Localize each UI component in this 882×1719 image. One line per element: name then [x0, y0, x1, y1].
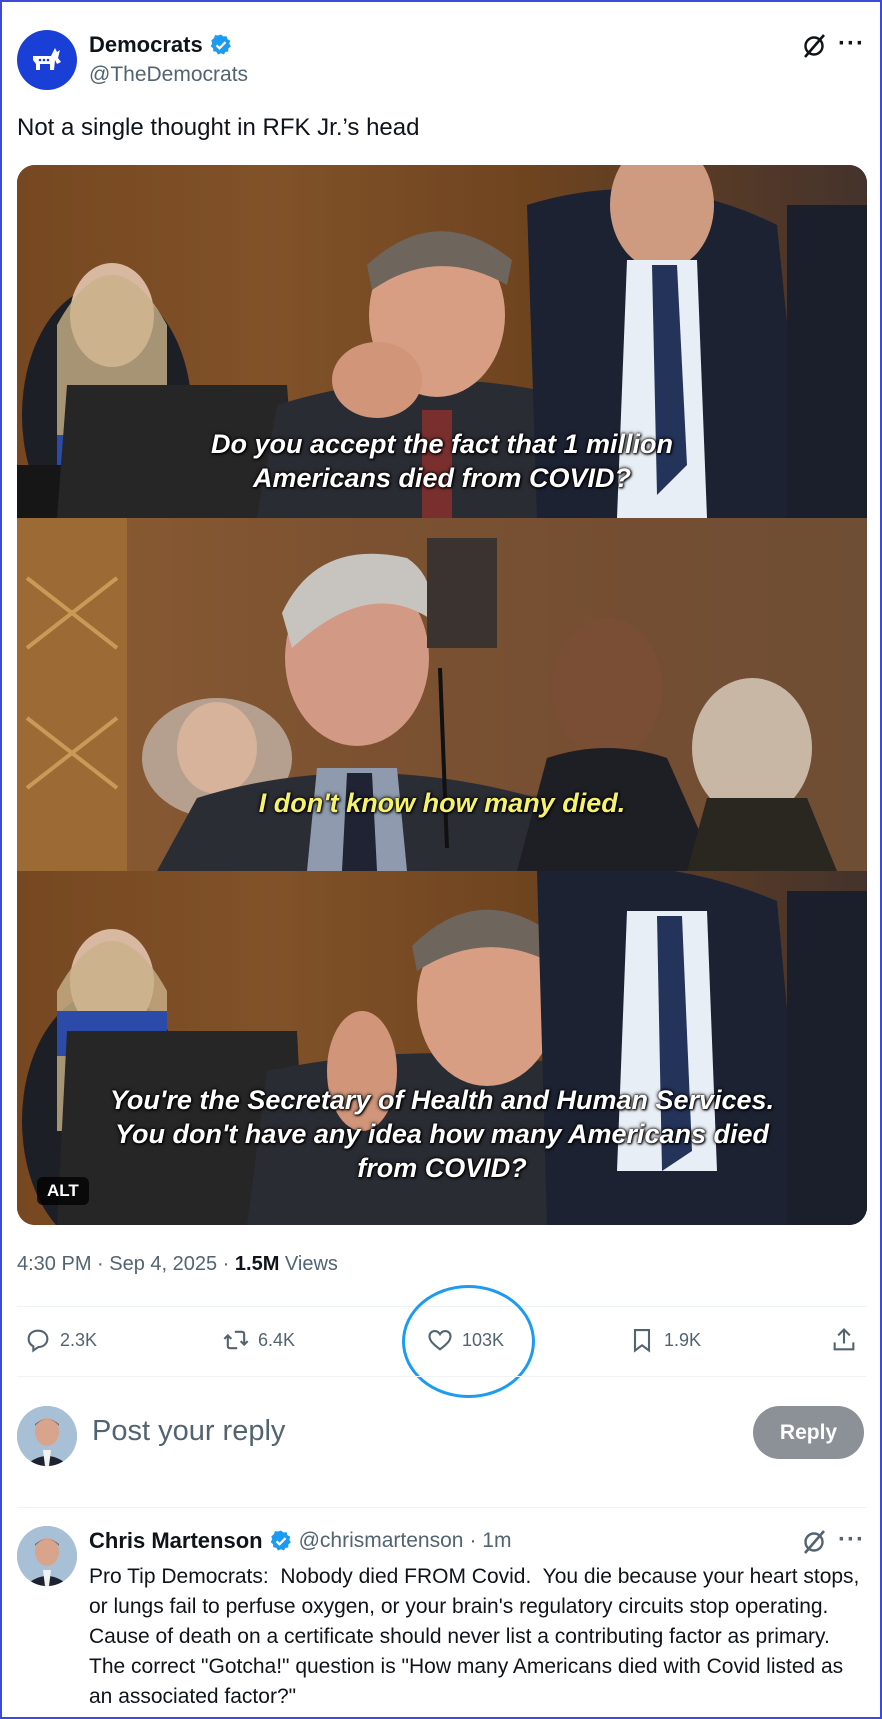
reply-author-row: Chris Martenson @chrismartenson · 1m: [89, 1528, 511, 1554]
reply-author-avatar[interactable]: [17, 1526, 77, 1586]
caption-1-line-2: Americans died from COVID?: [252, 463, 632, 493]
share-icon: [833, 1328, 855, 1351]
like-highlight-circle: [402, 1285, 535, 1398]
post-meta: 4:30 PM · Sep 4, 2025 · 1.5M Views: [17, 1253, 338, 1276]
video-frame-2: I don't know how many died.: [17, 518, 867, 871]
author-row: Democrats: [89, 32, 233, 58]
bookmark-action[interactable]: 1.9K: [628, 1326, 701, 1354]
views-label: Views: [279, 1253, 338, 1275]
repost-count: 6.4K: [258, 1329, 296, 1350]
caption-1: Do you accept the fact that 1 million Am…: [17, 427, 867, 495]
verified-icon: [210, 34, 231, 55]
author-name[interactable]: Democrats: [89, 32, 203, 58]
reply-action[interactable]: 2.3K: [24, 1326, 97, 1354]
more-icon[interactable]: ···: [838, 1526, 865, 1554]
repost-action[interactable]: 6.4K: [222, 1326, 295, 1354]
bookmark-count: 1.9K: [664, 1329, 702, 1350]
video-frame-3: You're the Secretary of Health and Human…: [17, 871, 867, 1225]
caption-2: I don't know how many died.: [17, 786, 867, 820]
more-icon[interactable]: ···: [838, 30, 865, 58]
caption-1-line-1: Do you accept the fact that 1 million: [210, 429, 674, 459]
divider-reply: [17, 1507, 867, 1508]
caption-2-line-1: I don't know how many died.: [258, 788, 626, 818]
reply-text: Pro Tip Democrats: Nobody died FROM Covi…: [89, 1565, 866, 1708]
repost-icon: [223, 1330, 249, 1350]
alt-badge[interactable]: ALT: [37, 1177, 89, 1205]
reply-time[interactable]: · 1m: [469, 1529, 511, 1553]
views-count: 1.5M: [234, 1253, 280, 1275]
caption-3-line-3: from COVID?: [357, 1153, 527, 1183]
post-timestamp[interactable]: 4:30 PM · Sep 4, 2025 ·: [17, 1253, 235, 1275]
divider-bottom: [17, 1376, 867, 1377]
author-handle[interactable]: @TheDemocrats: [89, 63, 248, 87]
democrats-avatar[interactable]: [17, 30, 77, 90]
user-avatar[interactable]: [17, 1406, 77, 1466]
verified-icon: [270, 1530, 291, 1551]
post-video[interactable]: Do you accept the fact that 1 million Am…: [17, 165, 867, 1225]
share-action[interactable]: [830, 1326, 858, 1354]
caption-3: You're the Secretary of Health and Human…: [17, 1083, 867, 1185]
reply-count: 2.3K: [60, 1329, 98, 1350]
caption-3-line-1: You're the Secretary of Health and Human…: [109, 1085, 775, 1115]
reply-icon: [27, 1329, 49, 1353]
reply-author-name[interactable]: Chris Martenson: [89, 1528, 263, 1554]
post-text: Not a single thought in RFK Jr.’s head: [17, 114, 420, 141]
bookmark-icon: [633, 1329, 651, 1353]
grok-icon[interactable]: [800, 1528, 828, 1556]
reply-author-handle[interactable]: @chrismartenson: [299, 1529, 464, 1553]
reply-input[interactable]: Post your reply: [92, 1415, 285, 1448]
caption-3-line-2: You don't have any idea how many America…: [114, 1119, 770, 1149]
video-frame-1: Do you accept the fact that 1 million Am…: [17, 165, 867, 518]
reply-button[interactable]: Reply: [753, 1406, 864, 1459]
grok-icon[interactable]: [800, 32, 828, 60]
donkey-logo-icon: [33, 48, 61, 70]
